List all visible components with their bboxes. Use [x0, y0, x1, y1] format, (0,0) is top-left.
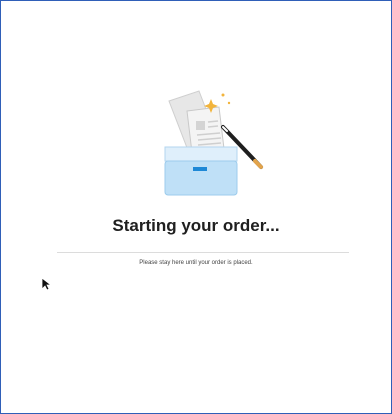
tray-icon: [164, 146, 238, 196]
order-illustration-icon: [164, 90, 263, 196]
divider: [57, 252, 349, 253]
status-message: Please stay here until your order is pla…: [139, 260, 253, 266]
order-status-window: Starting your order... Please stay here …: [0, 0, 392, 414]
mouse-pointer-icon: [41, 277, 53, 291]
page-title: Starting your order...: [112, 216, 280, 235]
